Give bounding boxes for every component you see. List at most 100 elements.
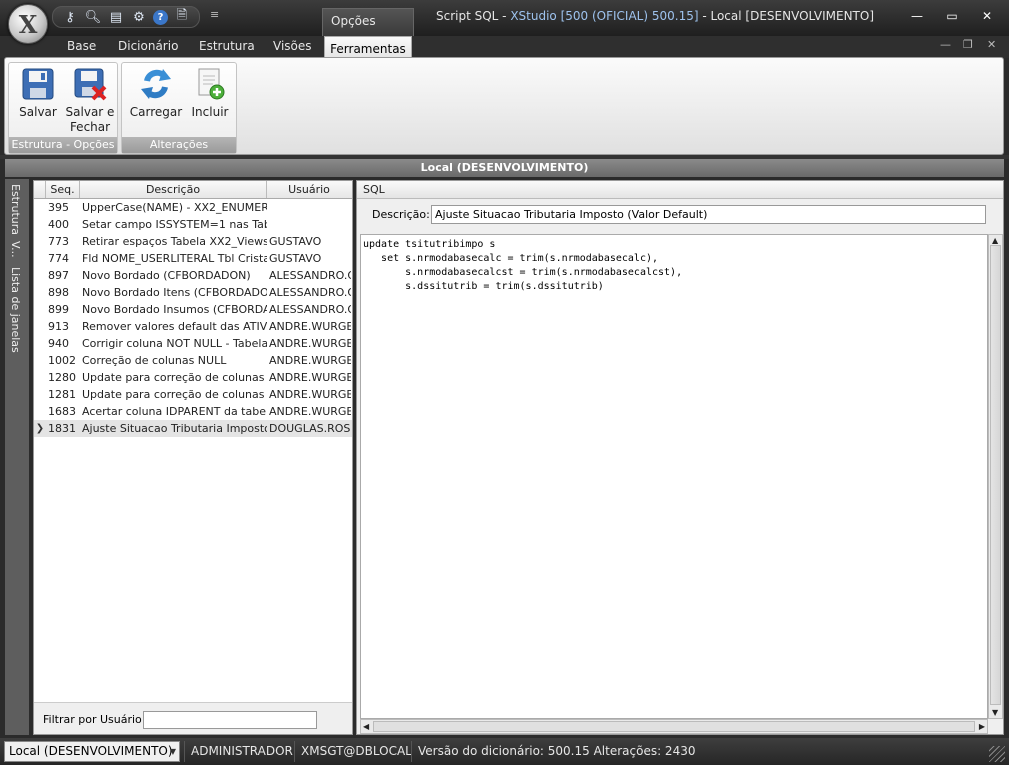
row-user: ANDRE.WURGES bbox=[269, 371, 351, 384]
scroll-up-icon[interactable]: ▲ bbox=[992, 236, 998, 245]
table-row[interactable]: 898 Novo Bordado Itens (CFBORDADOITEIALES… bbox=[34, 284, 352, 301]
table-row[interactable]: 1683 Acertar coluna IDPARENT da tabela XX… bbox=[34, 403, 352, 420]
table-row[interactable]: 1002 Correção de colunas NULL ANDRE.WURGES bbox=[34, 352, 352, 369]
row-description: Fld NOME_USERLITERAL Tbl Cristal bbox=[82, 252, 267, 265]
gear-icon[interactable]: ⚙ bbox=[130, 8, 148, 26]
help-icon[interactable]: ? bbox=[153, 9, 168, 25]
ribbon: Salvar Salvar e Fechar Estrutura - Opçõe… bbox=[4, 57, 1004, 155]
context-tab-opcoes[interactable]: Opções bbox=[322, 8, 414, 36]
tab-visoes[interactable]: Visões bbox=[273, 39, 312, 53]
save-and-close-button[interactable]: Salvar e Fechar bbox=[63, 67, 117, 135]
save-label: Salvar bbox=[19, 105, 57, 119]
user-key-icon[interactable]: ⚷ bbox=[61, 8, 79, 26]
title-highlight: XStudio [500 (OFICIAL) 500.15] bbox=[510, 9, 699, 23]
load-label: Carregar bbox=[129, 105, 183, 119]
side-tab-lista-de-janelas[interactable]: Lista de janelas bbox=[9, 267, 22, 353]
group-label-alteracoes: Alterações bbox=[122, 137, 236, 153]
row-seq: 940 bbox=[48, 337, 69, 350]
info-doc-icon[interactable]: 🗎︎ bbox=[173, 8, 191, 26]
row-description: UpperCase(NAME) - XX2_ENUMERATE bbox=[82, 201, 267, 214]
refresh-icon bbox=[139, 67, 173, 101]
grid-header: Seq. Descrição Usuário bbox=[34, 181, 352, 199]
scroll-left-icon[interactable]: ◀ bbox=[363, 722, 369, 731]
table-row[interactable]: 897 Novo Bordado (CFBORDADON) ALESSANDRO.O… bbox=[34, 267, 352, 284]
panel-header: Local (DESENVOLVIMENTO) bbox=[5, 159, 1004, 177]
scroll-right-icon[interactable]: ▶ bbox=[979, 722, 985, 731]
row-user: ANDRE.WURGES bbox=[269, 405, 351, 418]
vertical-scrollbar[interactable]: ▲ ▼ bbox=[988, 234, 1003, 719]
grid-header-seq[interactable]: Seq. bbox=[46, 181, 80, 198]
row-indicator bbox=[34, 335, 46, 352]
row-description: Setar campo ISSYSTEM=1 nas Tabelas bbox=[82, 218, 267, 231]
row-user: ANDRE.WURGES bbox=[269, 337, 351, 350]
save-and-close-label: Salvar e Fechar bbox=[65, 105, 115, 134]
table-row[interactable]: 1280 Update para correção de colunas NULL… bbox=[34, 369, 352, 386]
connection-select[interactable]: Local (DESENVOLVIMENTO) ▼ bbox=[4, 741, 180, 762]
side-tab-estrutura[interactable]: Estrutura bbox=[9, 184, 22, 235]
connection-value: Local (DESENVOLVIMENTO) bbox=[9, 744, 173, 758]
tab-estrutura[interactable]: Estrutura bbox=[199, 39, 255, 53]
description-label: Descrição: bbox=[372, 208, 430, 221]
sql-editor[interactable]: update tsitutribimpo s set s.nrmodabasec… bbox=[360, 234, 988, 719]
table-row[interactable]: 940 Corrigir coluna NOT NULL - Tabela CRI… bbox=[34, 335, 352, 352]
grid-header-usuario[interactable]: Usuário bbox=[267, 181, 351, 198]
app-menu-orb[interactable]: X bbox=[8, 4, 48, 44]
row-description: Correção de colunas NULL bbox=[82, 354, 227, 367]
row-user: GUSTAVO bbox=[269, 252, 322, 265]
search-icon[interactable]: 🔍︎ bbox=[84, 8, 102, 26]
maximize-button[interactable]: ▭ bbox=[937, 6, 967, 26]
row-seq: 774 bbox=[48, 252, 69, 265]
description-input[interactable] bbox=[431, 205, 986, 224]
vertical-scroll-thumb[interactable] bbox=[990, 245, 1001, 705]
tab-ferramentas[interactable]: Ferramentas bbox=[324, 36, 412, 59]
resize-grip-icon[interactable] bbox=[989, 746, 1005, 762]
table-row[interactable]: 773 Retirar espaços Tabela XX2_Views_ArqG… bbox=[34, 233, 352, 250]
row-description: Update para correção de colunas NULL bbox=[82, 388, 267, 401]
mdi-close-button[interactable]: ✕ bbox=[987, 38, 996, 51]
row-indicator bbox=[34, 267, 46, 284]
row-indicator bbox=[34, 386, 46, 403]
load-button[interactable]: Carregar bbox=[128, 67, 184, 120]
side-tab-v[interactable]: V... bbox=[9, 241, 22, 258]
quick-access-more-icon[interactable]: ≡ bbox=[210, 8, 219, 21]
table-row[interactable]: ❯ 1831 Ajuste Situacao Tributaria Imposto … bbox=[34, 420, 352, 437]
horizontal-scrollbar[interactable]: ◀ ▶ bbox=[360, 719, 988, 734]
row-seq: 913 bbox=[48, 320, 69, 333]
table-row[interactable]: 400 Setar campo ISSYSTEM=1 nas Tabelas bbox=[34, 216, 352, 233]
grid-header-descricao[interactable]: Descrição bbox=[80, 181, 267, 198]
table-row[interactable]: 395 UpperCase(NAME) - XX2_ENUMERATE bbox=[34, 199, 352, 216]
close-button[interactable]: ✕ bbox=[972, 6, 1002, 26]
table-row[interactable]: 1281 Update para correção de colunas NULL… bbox=[34, 386, 352, 403]
table-row[interactable]: 774 Fld NOME_USERLITERAL Tbl Cristal GUSTA… bbox=[34, 250, 352, 267]
tab-dicionario[interactable]: Dicionário bbox=[118, 39, 178, 53]
row-user bbox=[267, 199, 351, 216]
row-description: Acertar coluna IDPARENT da tabela XX bbox=[82, 405, 267, 418]
title-prefix: Script SQL - bbox=[435, 9, 511, 23]
filter-user-input[interactable] bbox=[143, 711, 317, 729]
save-button[interactable]: Salvar bbox=[13, 67, 63, 120]
row-user bbox=[267, 216, 351, 233]
document-icon[interactable]: ▤ bbox=[107, 8, 125, 26]
row-description: Retirar espaços Tabela XX2_Views_Arq bbox=[82, 235, 267, 248]
scroll-down-icon[interactable]: ▼ bbox=[992, 708, 998, 717]
add-button[interactable]: Incluir bbox=[186, 67, 234, 120]
table-row[interactable]: 913 Remover valores default das ATIVIDAIA… bbox=[34, 318, 352, 335]
mdi-minimize-button[interactable]: — bbox=[940, 38, 951, 51]
tab-base[interactable]: Base bbox=[67, 39, 96, 53]
mdi-restore-button[interactable]: ❐ bbox=[963, 38, 973, 51]
grid-header-indicator bbox=[34, 181, 46, 198]
horizontal-scroll-thumb[interactable] bbox=[373, 721, 975, 732]
chevron-down-icon[interactable]: ▼ bbox=[170, 742, 176, 761]
ribbon-group-estrutura-opcoes: Salvar Salvar e Fechar Estrutura - Opçõe… bbox=[8, 62, 118, 154]
row-user: ALESSANDRO.OL bbox=[269, 286, 351, 299]
row-user: ANDRE.WURGES bbox=[269, 388, 351, 401]
row-user: ANDRE.WURGES bbox=[269, 354, 351, 367]
add-label: Incluir bbox=[191, 105, 229, 119]
row-indicator bbox=[34, 403, 46, 420]
status-version: Versão do dicionário: 500.15 Alterações:… bbox=[411, 741, 695, 762]
row-seq: 1281 bbox=[48, 388, 76, 401]
group-label-estrutura-opcoes: Estrutura - Opções bbox=[9, 137, 117, 153]
table-row[interactable]: 899 Novo Bordado Insumos (CFBORDADOIALESS… bbox=[34, 301, 352, 318]
ribbon-tab-bar: Base Dicionário Estrutura Visões Ferrame… bbox=[0, 36, 1009, 59]
minimize-button[interactable]: — bbox=[902, 6, 932, 26]
